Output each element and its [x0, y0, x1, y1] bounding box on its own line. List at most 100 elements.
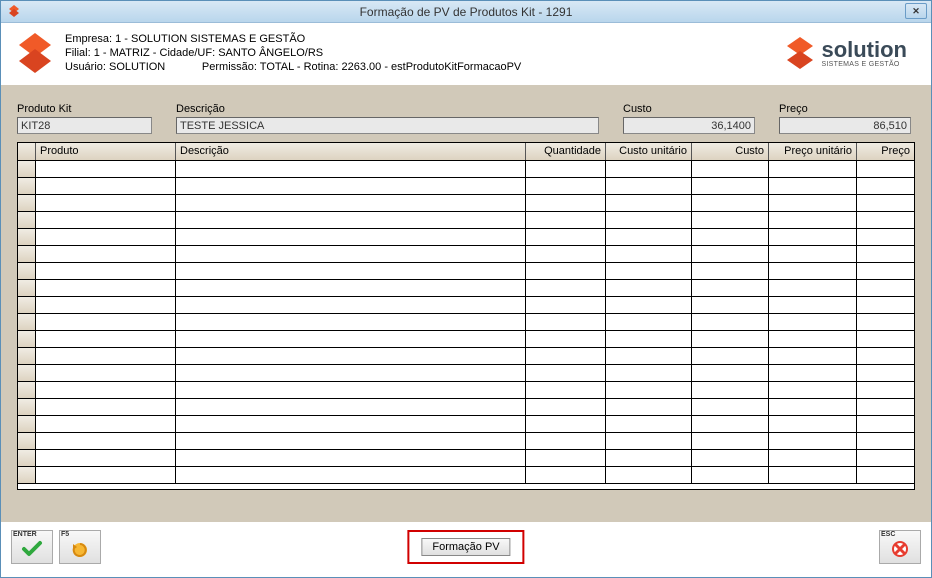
cell-produto[interactable] — [36, 280, 176, 297]
cell-custo[interactable] — [692, 280, 769, 297]
cell-preco-unitario[interactable] — [769, 348, 857, 365]
cell-custo-unitario[interactable] — [606, 314, 692, 331]
row-selector[interactable] — [18, 297, 36, 314]
cell-quantidade[interactable] — [526, 365, 606, 382]
cell-custo[interactable] — [692, 348, 769, 365]
grid-header-selector[interactable] — [18, 143, 36, 160]
cell-preco-unitario[interactable] — [769, 467, 857, 484]
cell-produto[interactable] — [36, 297, 176, 314]
row-selector[interactable] — [18, 365, 36, 382]
cell-descricao[interactable] — [176, 246, 526, 263]
row-selector[interactable] — [18, 433, 36, 450]
cell-custo-unitario[interactable] — [606, 365, 692, 382]
cell-preco-unitario[interactable] — [769, 416, 857, 433]
cell-preco[interactable] — [857, 195, 914, 212]
cell-produto[interactable] — [36, 365, 176, 382]
cell-preco-unitario[interactable] — [769, 280, 857, 297]
cell-custo[interactable] — [692, 467, 769, 484]
cell-custo[interactable] — [692, 433, 769, 450]
grid-header-produto[interactable]: Produto — [36, 143, 176, 160]
row-selector[interactable] — [18, 229, 36, 246]
cell-quantidade[interactable] — [526, 450, 606, 467]
cell-custo-unitario[interactable] — [606, 331, 692, 348]
cell-quantidade[interactable] — [526, 331, 606, 348]
cell-produto[interactable] — [36, 416, 176, 433]
cell-descricao[interactable] — [176, 280, 526, 297]
cell-descricao[interactable] — [176, 416, 526, 433]
cell-preco[interactable] — [857, 229, 914, 246]
cell-custo-unitario[interactable] — [606, 297, 692, 314]
cell-produto[interactable] — [36, 212, 176, 229]
cell-preco-unitario[interactable] — [769, 178, 857, 195]
cell-descricao[interactable] — [176, 433, 526, 450]
cell-preco[interactable] — [857, 467, 914, 484]
cell-produto[interactable] — [36, 195, 176, 212]
row-selector[interactable] — [18, 416, 36, 433]
row-selector[interactable] — [18, 450, 36, 467]
cell-descricao[interactable] — [176, 365, 526, 382]
cell-custo[interactable] — [692, 314, 769, 331]
cell-custo[interactable] — [692, 161, 769, 178]
table-row[interactable] — [18, 467, 914, 484]
cell-custo-unitario[interactable] — [606, 161, 692, 178]
grid-header-preco[interactable]: Preço — [857, 143, 914, 160]
cell-produto[interactable] — [36, 331, 176, 348]
cell-quantidade[interactable] — [526, 161, 606, 178]
esc-button[interactable]: ESC — [879, 530, 921, 564]
cell-produto[interactable] — [36, 382, 176, 399]
cell-descricao[interactable] — [176, 263, 526, 280]
cell-produto[interactable] — [36, 161, 176, 178]
table-row[interactable] — [18, 314, 914, 331]
cell-quantidade[interactable] — [526, 229, 606, 246]
close-button[interactable]: ✕ — [905, 3, 927, 19]
cell-custo[interactable] — [692, 331, 769, 348]
cell-custo-unitario[interactable] — [606, 433, 692, 450]
cell-custo[interactable] — [692, 246, 769, 263]
cell-preco[interactable] — [857, 365, 914, 382]
cell-produto[interactable] — [36, 467, 176, 484]
cell-descricao[interactable] — [176, 229, 526, 246]
cell-preco[interactable] — [857, 416, 914, 433]
grid-header-custo-unitario[interactable]: Custo unitário — [606, 143, 692, 160]
cell-quantidade[interactable] — [526, 297, 606, 314]
row-selector[interactable] — [18, 195, 36, 212]
cell-custo[interactable] — [692, 399, 769, 416]
cell-custo-unitario[interactable] — [606, 348, 692, 365]
cell-preco-unitario[interactable] — [769, 433, 857, 450]
descricao-input[interactable] — [176, 117, 599, 134]
cell-produto[interactable] — [36, 348, 176, 365]
table-row[interactable] — [18, 161, 914, 178]
table-row[interactable] — [18, 433, 914, 450]
row-selector[interactable] — [18, 348, 36, 365]
row-selector[interactable] — [18, 178, 36, 195]
table-row[interactable] — [18, 246, 914, 263]
cell-custo[interactable] — [692, 382, 769, 399]
cell-preco-unitario[interactable] — [769, 161, 857, 178]
cell-preco[interactable] — [857, 178, 914, 195]
formacao-pv-button[interactable]: Formação PV — [421, 538, 510, 556]
cell-preco-unitario[interactable] — [769, 331, 857, 348]
cell-quantidade[interactable] — [526, 382, 606, 399]
cell-descricao[interactable] — [176, 178, 526, 195]
cell-preco[interactable] — [857, 348, 914, 365]
grid-header-custo[interactable]: Custo — [692, 143, 769, 160]
grid-header-descricao[interactable]: Descrição — [176, 143, 526, 160]
table-row[interactable] — [18, 331, 914, 348]
cell-preco[interactable] — [857, 314, 914, 331]
cell-quantidade[interactable] — [526, 280, 606, 297]
cell-custo[interactable] — [692, 195, 769, 212]
cell-descricao[interactable] — [176, 382, 526, 399]
table-row[interactable] — [18, 365, 914, 382]
cell-produto[interactable] — [36, 178, 176, 195]
cell-produto[interactable] — [36, 433, 176, 450]
cell-custo-unitario[interactable] — [606, 195, 692, 212]
table-row[interactable] — [18, 195, 914, 212]
row-selector[interactable] — [18, 314, 36, 331]
cell-quantidade[interactable] — [526, 348, 606, 365]
cell-descricao[interactable] — [176, 161, 526, 178]
cell-custo-unitario[interactable] — [606, 263, 692, 280]
custo-input[interactable] — [623, 117, 755, 134]
row-selector[interactable] — [18, 331, 36, 348]
cell-preco-unitario[interactable] — [769, 195, 857, 212]
table-row[interactable] — [18, 297, 914, 314]
